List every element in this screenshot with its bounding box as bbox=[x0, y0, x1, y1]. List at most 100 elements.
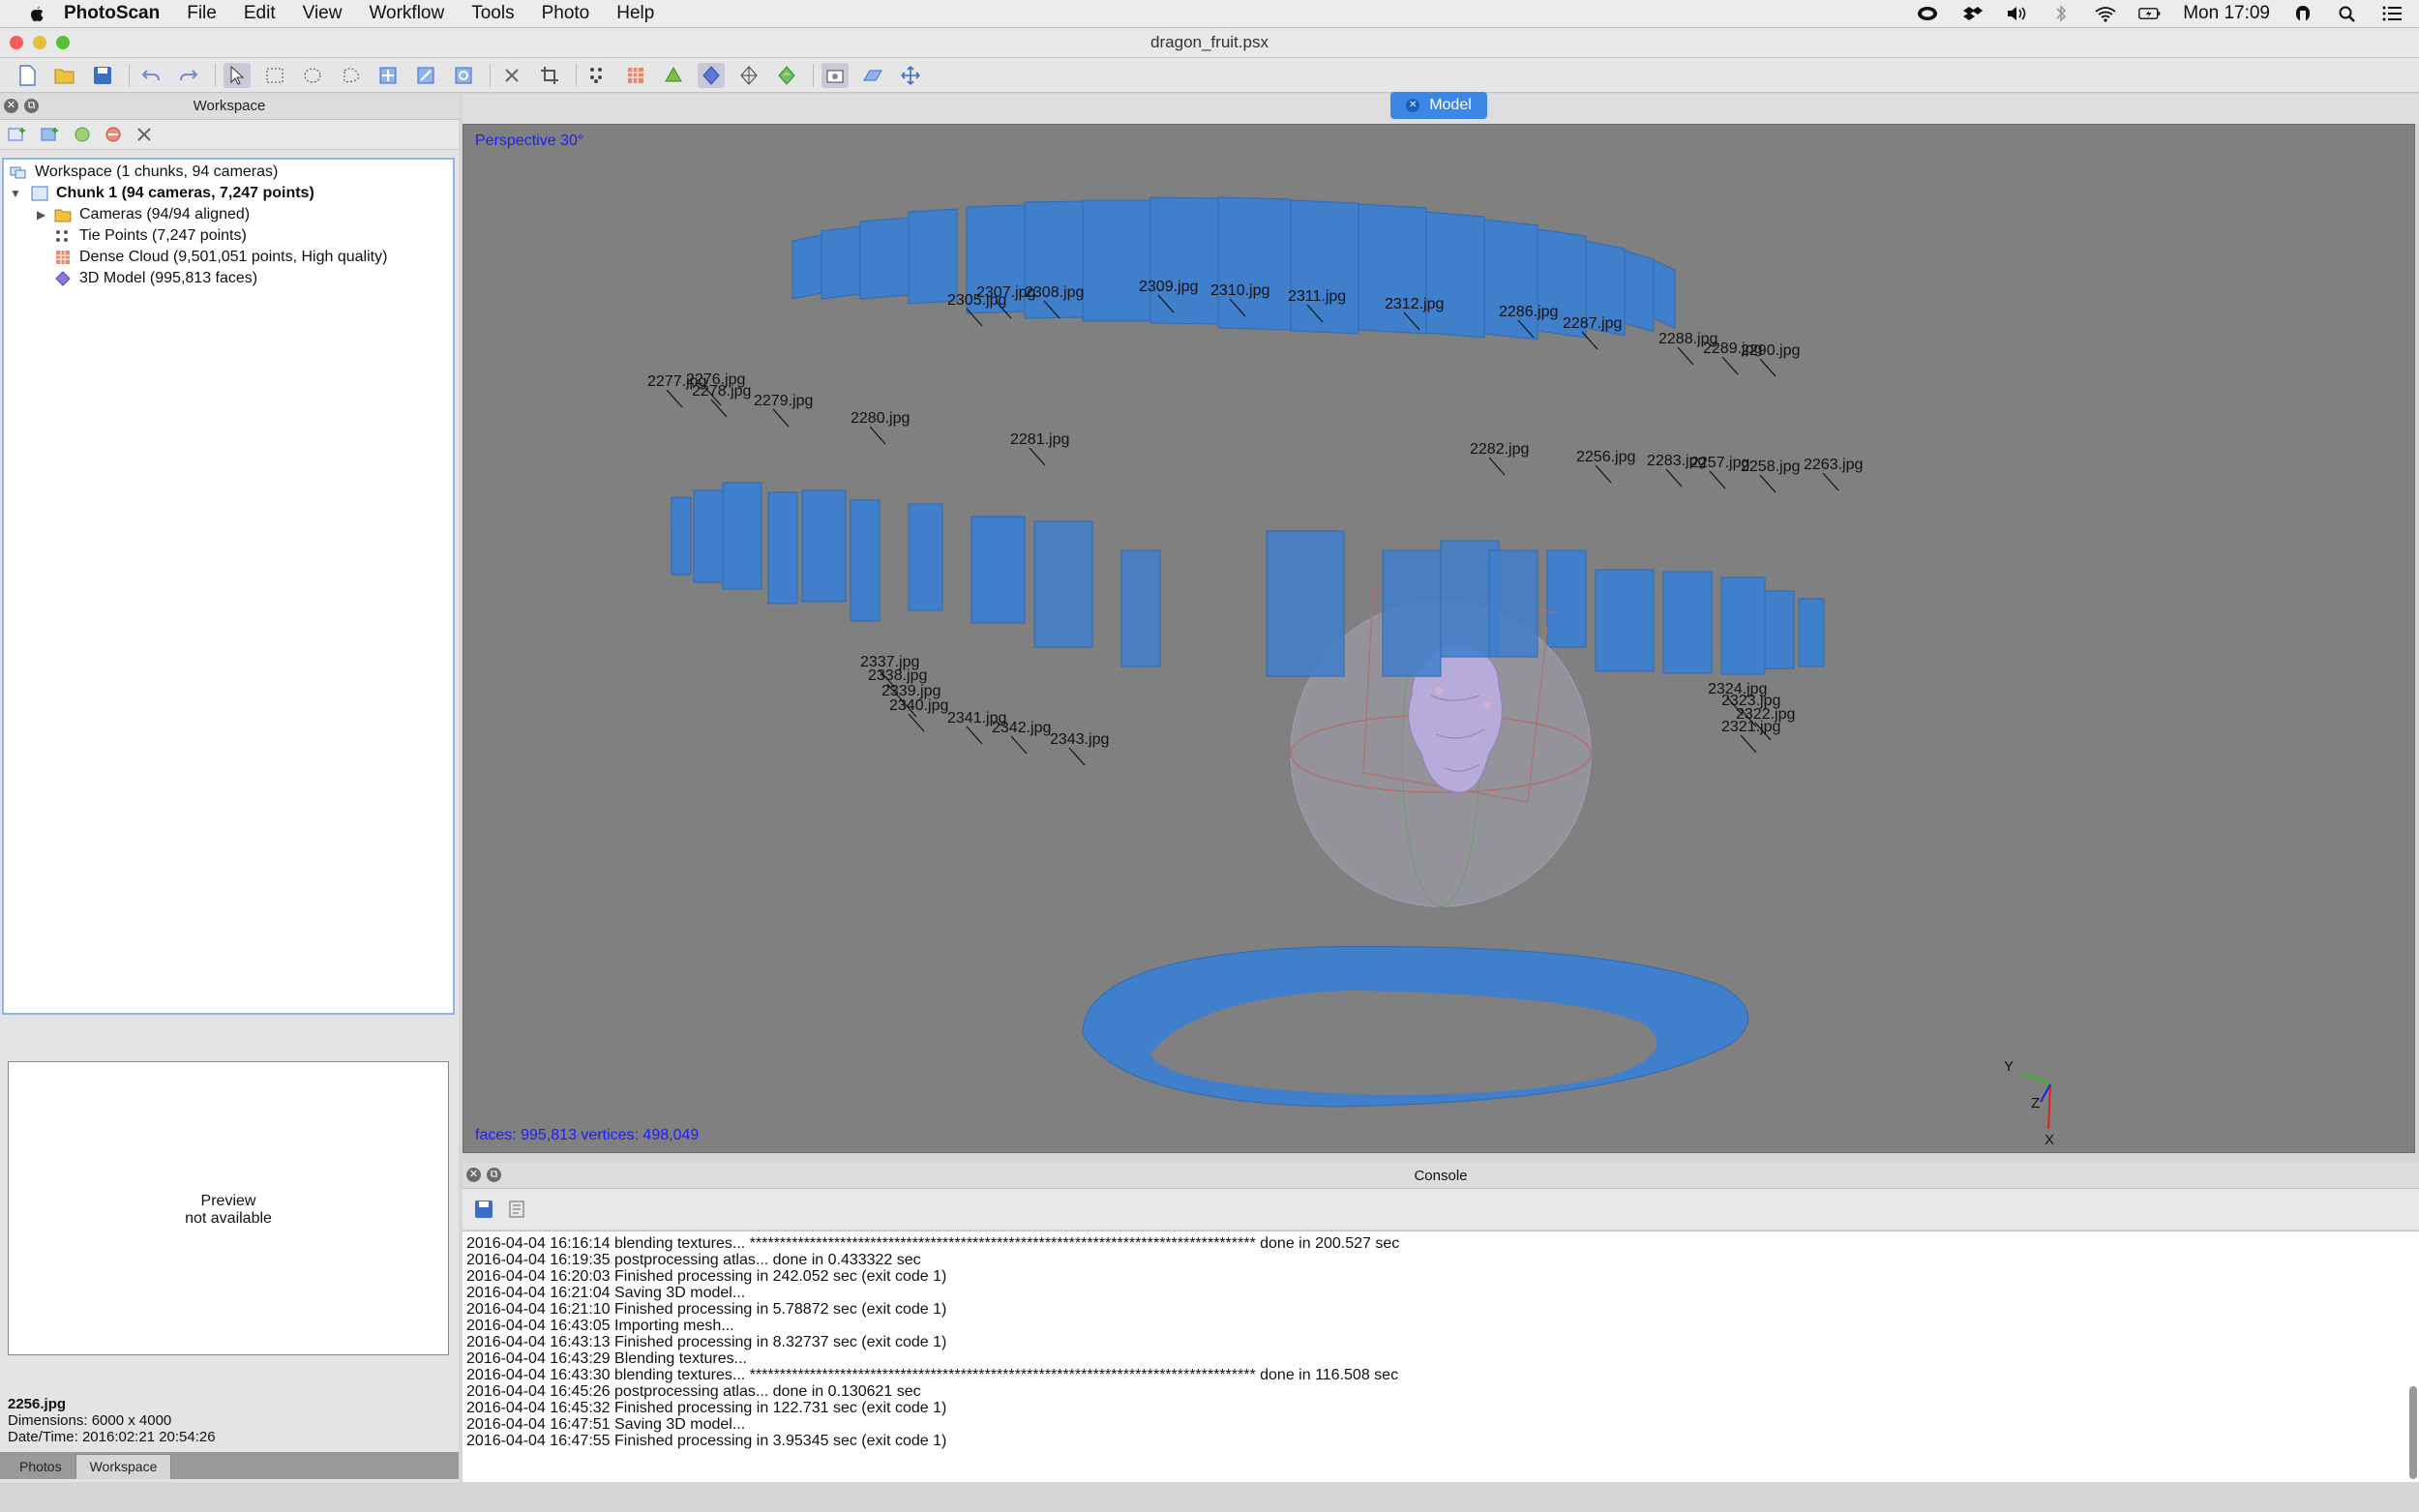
user-switch-icon[interactable] bbox=[2291, 5, 2314, 22]
camera-label[interactable]: 2290.jpg bbox=[1741, 342, 1800, 359]
navigation-tool-button[interactable] bbox=[224, 62, 251, 88]
camera-frame[interactable] bbox=[693, 489, 724, 583]
camera-frame[interactable] bbox=[767, 491, 798, 605]
camera-label[interactable]: 2263.jpg bbox=[1804, 457, 1863, 473]
camera-frame[interactable] bbox=[1488, 549, 1538, 658]
new-project-button[interactable] bbox=[14, 63, 41, 88]
crop-selection-button[interactable] bbox=[536, 63, 563, 88]
rotate-region-button[interactable] bbox=[450, 63, 477, 88]
camera-frame[interactable] bbox=[908, 208, 958, 305]
undo-button[interactable] bbox=[137, 63, 164, 88]
camera-frame[interactable] bbox=[1798, 598, 1825, 667]
add-photos-icon[interactable] bbox=[41, 126, 60, 143]
menu-photo[interactable]: Photo bbox=[542, 3, 590, 24]
menu-file[interactable]: File bbox=[187, 3, 217, 24]
close-tab-icon[interactable]: ✕ bbox=[1406, 99, 1420, 112]
menu-help[interactable]: Help bbox=[616, 3, 654, 24]
menu-edit[interactable]: Edit bbox=[244, 3, 276, 24]
camera-frame[interactable] bbox=[1546, 549, 1587, 648]
camera-frame[interactable] bbox=[1720, 577, 1766, 675]
camera-label[interactable]: 2311.jpg bbox=[1288, 288, 1346, 305]
camera-label[interactable]: 2258.jpg bbox=[1741, 459, 1800, 475]
camera-frame[interactable] bbox=[1150, 196, 1219, 325]
camera-label[interactable]: 2309.jpg bbox=[1139, 279, 1198, 295]
tree-item-chunk[interactable]: ▼ Chunk 1 (94 cameras, 7,247 points) bbox=[10, 183, 314, 204]
open-project-button[interactable] bbox=[51, 63, 78, 88]
console-log[interactable]: 2016-04-04 16:16:14 blending textures...… bbox=[463, 1230, 2419, 1483]
camera-frame[interactable] bbox=[1382, 549, 1442, 677]
console-scrollbar[interactable] bbox=[2409, 1386, 2417, 1479]
shaded-model-button[interactable] bbox=[660, 63, 687, 88]
collapse-arrow-icon[interactable]: ▼ bbox=[10, 187, 21, 200]
show-region-button[interactable] bbox=[859, 63, 886, 88]
reset-view-button[interactable] bbox=[897, 63, 924, 88]
camera-label[interactable]: 2287.jpg bbox=[1563, 315, 1622, 332]
camera-frame[interactable] bbox=[1764, 590, 1795, 669]
add-chunk-icon[interactable] bbox=[8, 126, 27, 143]
tree-item-cameras[interactable]: ▶ Cameras (94/94 aligned) bbox=[37, 204, 250, 225]
camera-frame[interactable] bbox=[1595, 569, 1655, 672]
camera-label[interactable]: 2256.jpg bbox=[1576, 449, 1635, 465]
battery-icon[interactable] bbox=[2138, 5, 2162, 22]
camera-frame[interactable] bbox=[1483, 219, 1538, 341]
3d-scene[interactable]: 2307.jpg2308.jpg 2309.jpg 2310.jpg 2311.jpg… bbox=[463, 125, 2415, 1153]
tab-model[interactable]: ✕ Model bbox=[1390, 92, 1487, 119]
camera-label[interactable]: 2310.jpg bbox=[1210, 282, 1269, 299]
camera-frame[interactable] bbox=[801, 489, 847, 603]
model-viewport[interactable]: 2307.jpg 2308.jpg 2309.jpg 2310.jpg 2311.jpg… bbox=[463, 124, 2415, 1153]
menu-tools[interactable]: Tools bbox=[471, 3, 514, 24]
tree-item-workspace[interactable]: Workspace (1 chunks, 94 cameras) bbox=[10, 162, 278, 183]
tab-workspace[interactable]: Workspace bbox=[75, 1454, 172, 1479]
disable-camera-icon[interactable] bbox=[105, 126, 122, 143]
dropbox-icon[interactable] bbox=[1960, 5, 1984, 22]
volume-icon[interactable] bbox=[2005, 5, 2028, 22]
move-region-button[interactable] bbox=[374, 63, 402, 88]
bluetooth-icon[interactable] bbox=[2049, 5, 2073, 22]
camera-frame[interactable] bbox=[1033, 520, 1093, 648]
menu-view[interactable]: View bbox=[303, 3, 343, 24]
camera-label[interactable]: 2279.jpg bbox=[754, 393, 813, 409]
menu-app-name[interactable]: PhotoScan bbox=[64, 3, 160, 24]
wireframe-model-button[interactable] bbox=[735, 63, 762, 88]
enable-camera-icon[interactable] bbox=[74, 126, 91, 143]
camera-frame[interactable] bbox=[908, 503, 943, 611]
free-form-select-button[interactable] bbox=[337, 63, 364, 88]
spotlight-search-icon[interactable] bbox=[2336, 5, 2359, 22]
delete-selection-button[interactable] bbox=[498, 63, 525, 88]
camera-label[interactable]: 2280.jpg bbox=[851, 410, 910, 427]
camera-frame[interactable] bbox=[1662, 571, 1713, 674]
camera-frame[interactable] bbox=[1217, 196, 1292, 331]
redo-button[interactable] bbox=[175, 63, 202, 88]
notification-center-icon[interactable] bbox=[2380, 5, 2404, 22]
camera-label[interactable]: 2278.jpg bbox=[692, 383, 751, 400]
clear-log-icon[interactable] bbox=[507, 1200, 526, 1219]
camera-frame[interactable] bbox=[671, 496, 692, 576]
camera-label[interactable]: 2343.jpg bbox=[1050, 731, 1109, 748]
camera-frame[interactable] bbox=[1624, 250, 1655, 333]
camera-frame[interactable] bbox=[1653, 259, 1676, 329]
menu-workflow[interactable]: Workflow bbox=[369, 3, 444, 24]
resize-region-button[interactable] bbox=[412, 63, 439, 88]
tree-item-dense-cloud[interactable]: Dense Cloud (9,501,051 points, High qual… bbox=[54, 247, 387, 268]
camera-frame[interactable] bbox=[1266, 530, 1345, 677]
camera-label[interactable]: 2338.jpg bbox=[868, 667, 927, 684]
tab-photos[interactable]: Photos bbox=[6, 1455, 75, 1479]
wifi-icon[interactable] bbox=[2094, 5, 2117, 22]
camera-label[interactable]: 2281.jpg bbox=[1010, 431, 1069, 448]
expand-arrow-icon[interactable]: ▶ bbox=[37, 208, 46, 222]
camera-frame[interactable] bbox=[1290, 199, 1359, 335]
camera-frame[interactable] bbox=[850, 499, 881, 622]
camera-frame[interactable] bbox=[1082, 199, 1151, 322]
creative-cloud-icon[interactable] bbox=[1916, 5, 1939, 22]
camera-label[interactable]: 2282.jpg bbox=[1470, 441, 1529, 458]
clock-text[interactable]: Mon 17:09 bbox=[2183, 3, 2270, 24]
camera-frame[interactable] bbox=[722, 482, 762, 590]
rectangle-select-button[interactable] bbox=[261, 63, 288, 88]
remove-item-icon[interactable] bbox=[135, 126, 153, 143]
camera-frame[interactable] bbox=[821, 225, 861, 300]
camera-frame[interactable] bbox=[1425, 211, 1485, 339]
camera-label[interactable]: 2305.jpg bbox=[947, 292, 1006, 309]
camera-label[interactable]: 2342.jpg bbox=[992, 720, 1051, 736]
solid-model-button[interactable] bbox=[698, 62, 725, 88]
apple-menu-icon[interactable] bbox=[25, 3, 46, 24]
